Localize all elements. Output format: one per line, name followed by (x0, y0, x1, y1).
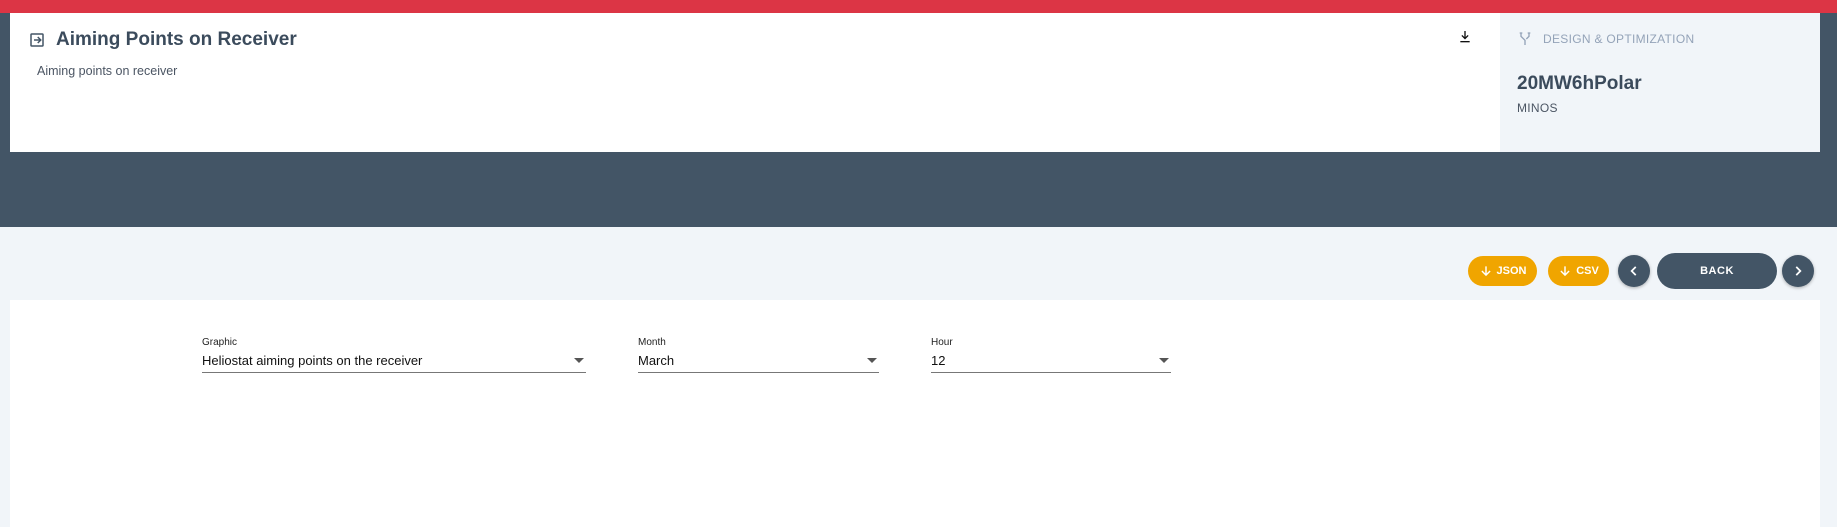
content-card: Graphic Heliostat aiming points on the r… (10, 300, 1820, 527)
hour-field: Hour 12 (931, 337, 1171, 373)
project-subtitle: MINOS (1517, 101, 1558, 115)
json-label: JSON (1496, 265, 1527, 277)
header-main: Aiming Points on Receiver Aiming points … (10, 13, 1500, 152)
fork-icon (1519, 32, 1531, 45)
download-button[interactable] (1454, 28, 1476, 50)
previous-button[interactable] (1618, 255, 1650, 287)
next-button[interactable] (1782, 255, 1814, 287)
page-subtitle: Aiming points on receiver (37, 64, 178, 78)
json-download-button[interactable]: JSON (1468, 256, 1537, 286)
hour-value: 12 (931, 353, 946, 368)
caret-down-icon (1159, 358, 1169, 363)
caret-down-icon (867, 358, 877, 363)
csv-label: CSV (1576, 265, 1599, 277)
graphic-field: Graphic Heliostat aiming points on the r… (202, 337, 586, 373)
project-panel: DESIGN & OPTIMIZATION 20MW6hPolar MINOS (1500, 13, 1820, 152)
project-name: 20MW6hPolar (1517, 73, 1642, 94)
section-label: DESIGN & OPTIMIZATION (1517, 31, 1803, 47)
chevron-right-icon (1795, 266, 1802, 276)
download-icon (1457, 29, 1473, 50)
top-accent-bar (0, 0, 1837, 13)
hour-label: Hour (931, 337, 953, 348)
month-value: March (638, 353, 675, 368)
graphic-select[interactable]: Heliostat aiming points on the receiver (202, 353, 586, 373)
page-title: Aiming Points on Receiver (56, 29, 297, 50)
section-label-text: DESIGN & OPTIMIZATION (1543, 32, 1695, 46)
action-bar: JSON CSV BACK (1468, 253, 1814, 289)
title-row: Aiming Points on Receiver (28, 29, 1482, 51)
csv-download-button[interactable]: CSV (1548, 256, 1609, 286)
header-card: Aiming Points on Receiver Aiming points … (10, 13, 1820, 152)
month-field: Month March (638, 337, 879, 373)
chevron-left-icon (1630, 266, 1637, 276)
arrow-down-icon (1560, 266, 1570, 277)
back-button[interactable]: BACK (1657, 253, 1777, 289)
month-label: Month (638, 337, 666, 348)
month-select[interactable]: March (638, 353, 879, 373)
caret-down-icon (574, 358, 584, 363)
graphic-value: Heliostat aiming points on the receiver (202, 353, 423, 368)
exit-to-app-icon (28, 31, 46, 49)
graphic-label: Graphic (202, 337, 238, 348)
arrow-down-icon (1480, 266, 1491, 277)
hour-select[interactable]: 12 (931, 353, 1171, 373)
